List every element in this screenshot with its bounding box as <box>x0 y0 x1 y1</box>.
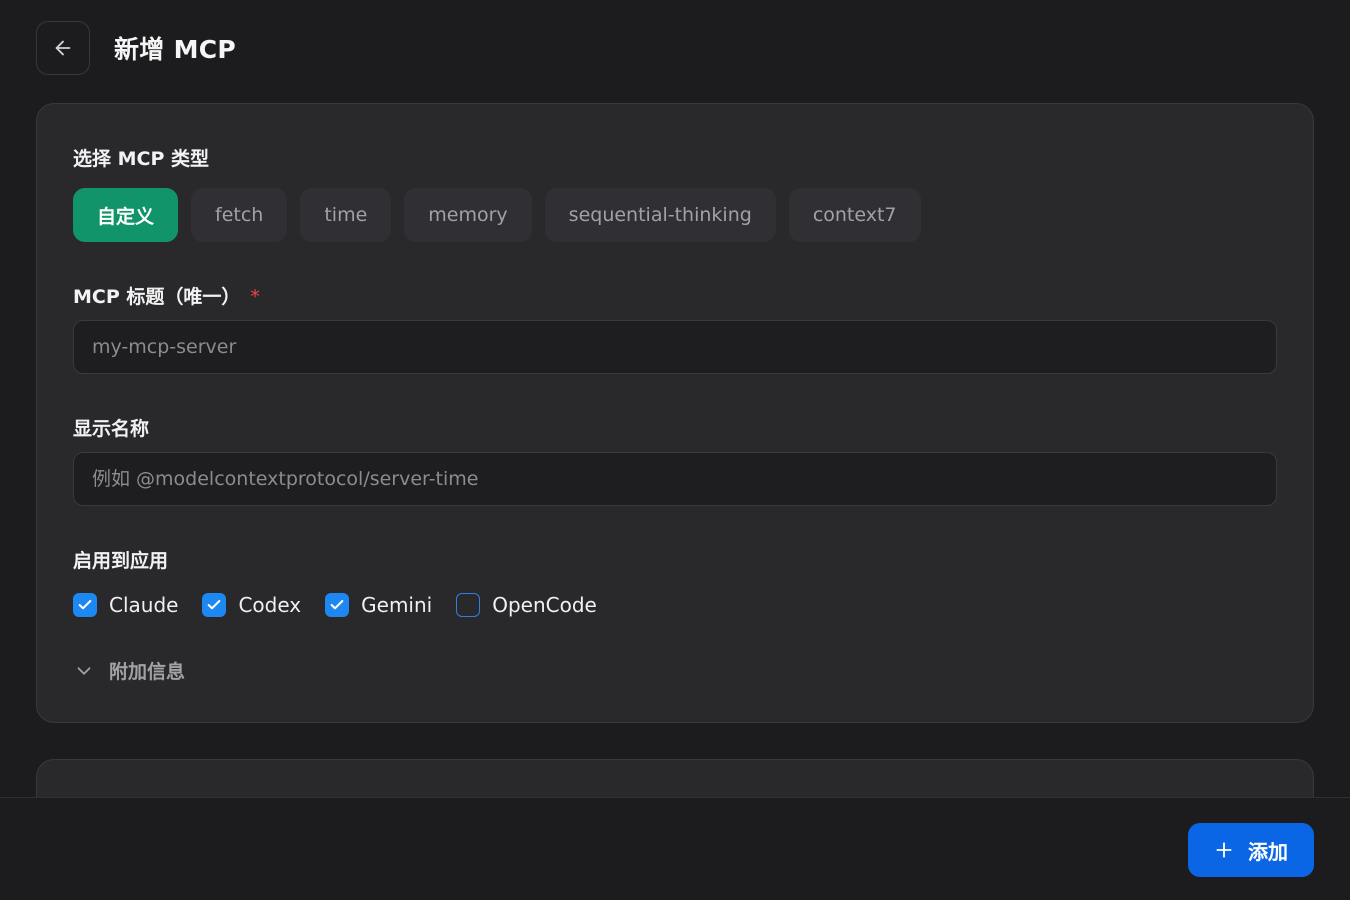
check-icon <box>78 600 92 610</box>
check-icon <box>208 600 221 610</box>
type-option-time[interactable]: time <box>300 188 392 242</box>
extra-info-label: 附加信息 <box>109 661 186 683</box>
apps-checkbox-group: Claude Codex Gemini OpenCode <box>73 593 621 617</box>
codex-label: Codex <box>238 593 302 617</box>
check-icon <box>330 600 344 610</box>
mcp-title-label-text: MCP 标题（唯一） <box>73 286 241 308</box>
gemini-label: Gemini <box>361 593 433 617</box>
app-option-opencode[interactable]: OpenCode <box>456 593 597 617</box>
plus-icon <box>1214 840 1234 860</box>
type-option-context7[interactable]: context7 <box>788 188 921 242</box>
page-header: 新增 MCP <box>36 21 236 75</box>
required-mark: * <box>250 286 260 308</box>
type-option-sequential-thinking[interactable]: sequential-thinking <box>544 188 776 242</box>
chevron-down-icon <box>77 666 91 675</box>
add-button-label: 添加 <box>1248 839 1288 864</box>
mcp-title-label: MCP 标题（唯一） * <box>73 282 260 309</box>
opencode-checkbox[interactable] <box>456 593 481 617</box>
type-option-custom[interactable]: 自定义 <box>73 188 179 242</box>
mcp-type-selector: 自定义 fetch time memory sequential-thinkin… <box>73 188 921 242</box>
page-title: 新增 MCP <box>114 35 237 64</box>
back-button[interactable] <box>36 21 90 75</box>
display-name-input[interactable] <box>73 452 1277 506</box>
app-option-gemini[interactable]: Gemini <box>325 593 432 617</box>
apps-section-label: 启用到应用 <box>73 550 169 572</box>
type-section-label: 选择 MCP 类型 <box>73 148 210 170</box>
mcp-title-input[interactable] <box>73 320 1277 374</box>
mcp-form-card: 选择 MCP 类型 自定义 fetch time memory sequenti… <box>36 103 1314 723</box>
type-option-fetch[interactable]: fetch <box>191 188 288 242</box>
gemini-checkbox[interactable] <box>325 593 350 617</box>
claude-label: Claude <box>109 593 179 617</box>
extra-info-toggle[interactable]: 附加信息 <box>73 657 185 684</box>
type-option-memory[interactable]: memory <box>404 188 532 242</box>
app-option-codex[interactable]: Codex <box>202 593 301 617</box>
opencode-label: OpenCode <box>492 593 597 617</box>
footer-bar: 添加 <box>0 797 1350 900</box>
display-name-label: 显示名称 <box>73 418 150 440</box>
add-button[interactable]: 添加 <box>1188 823 1314 877</box>
app-option-claude[interactable]: Claude <box>73 593 178 617</box>
codex-checkbox[interactable] <box>202 593 227 617</box>
arrow-left-icon <box>55 40 71 56</box>
claude-checkbox[interactable] <box>73 593 97 617</box>
